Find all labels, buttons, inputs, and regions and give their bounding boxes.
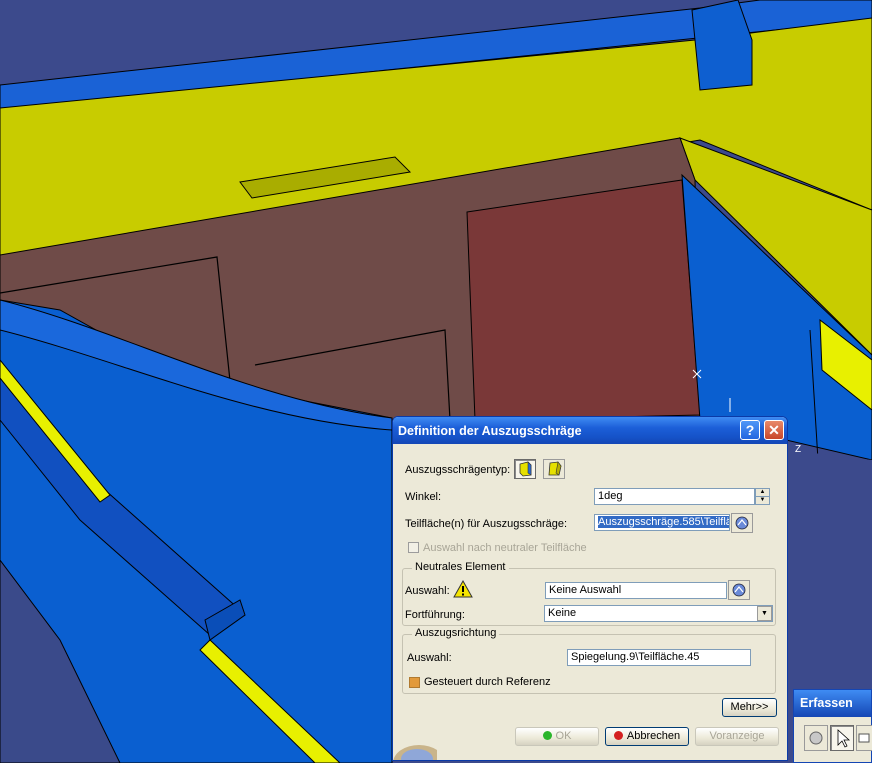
spin-up-icon[interactable]: ▲ [756, 489, 769, 497]
neutral-selection-label: Auswahl: [405, 585, 450, 597]
select-arrow-icon[interactable] [830, 725, 854, 751]
angle-spinner[interactable]: ▲ ▼ [755, 488, 770, 505]
faces-label: Teilfläche(n) für Auszugsschräge: [405, 518, 568, 530]
capture-icon[interactable] [804, 725, 828, 751]
dark-red-face [466, 179, 701, 421]
faces-list-icon[interactable] [731, 513, 753, 533]
preview-button[interactable]: Voranzeige [695, 727, 779, 746]
ok-label: OK [555, 730, 572, 742]
catia-logo-icon [393, 729, 445, 760]
propagation-select[interactable]: Keine [544, 605, 773, 622]
close-button[interactable]: ✕ [764, 420, 784, 440]
faces-value: Auszugsschräge.585\Teilflä [598, 516, 730, 528]
spin-down-icon[interactable]: ▼ [756, 497, 769, 504]
propagation-label: Fortführung: [405, 609, 465, 621]
dialog-titlebar[interactable]: Definition der Auszugsschräge ? ✕ [393, 417, 787, 444]
erfassen-title: Erfassen [800, 696, 853, 710]
draft-type-label: Auszugsschrägentyp: [405, 464, 511, 476]
ok-button[interactable]: OK [515, 727, 599, 746]
neutral-face-checkbox[interactable] [408, 542, 419, 553]
controlled-by-reference-label: Gesteuert durch Referenz [424, 676, 551, 688]
cancel-label: Abbrechen [626, 730, 681, 742]
dialog-title: Definition der Auszugsschräge [398, 424, 582, 438]
cancel-button[interactable]: Abbrechen [605, 727, 689, 746]
neutral-list-icon[interactable] [728, 580, 750, 600]
variable-draft-icon[interactable] [543, 459, 565, 479]
axis-z-label: Z [795, 444, 801, 455]
cancel-dot-icon [613, 731, 623, 740]
more-button[interactable]: Mehr>> [722, 698, 777, 717]
ok-dot-icon [542, 731, 552, 740]
erfassen-toolbar: Erfassen [793, 689, 872, 763]
direction-group-title: Auszugsrichtung [412, 627, 500, 639]
capture-list-icon[interactable] [856, 725, 872, 751]
neutral-selection-input[interactable]: Keine Auswahl [545, 582, 727, 599]
controlled-by-reference-checkbox[interactable] [409, 677, 420, 688]
help-button[interactable]: ? [740, 420, 760, 440]
angle-input[interactable]: 1deg [594, 488, 755, 505]
faces-input[interactable]: Auszugsschräge.585\Teilflä [594, 514, 730, 531]
small-blue-block [691, 0, 753, 91]
warning-icon [453, 579, 473, 602]
direction-selection-label: Auswahl: [407, 652, 452, 664]
direction-selection-input[interactable]: Spiegelung.9\Teilfläche.45 [567, 649, 751, 666]
chevron-down-icon[interactable]: ▼ [757, 606, 772, 621]
angle-label: Winkel: [405, 491, 442, 503]
neutral-group-title: Neutrales Element [412, 561, 509, 573]
draft-definition-dialog: Definition der Auszugsschräge ? ✕ Auszug… [392, 416, 788, 761]
constant-draft-icon[interactable] [514, 459, 536, 479]
erfassen-titlebar[interactable]: Erfassen [794, 690, 871, 717]
neutral-face-label: Auswahl nach neutraler Teilfläche [423, 542, 587, 554]
